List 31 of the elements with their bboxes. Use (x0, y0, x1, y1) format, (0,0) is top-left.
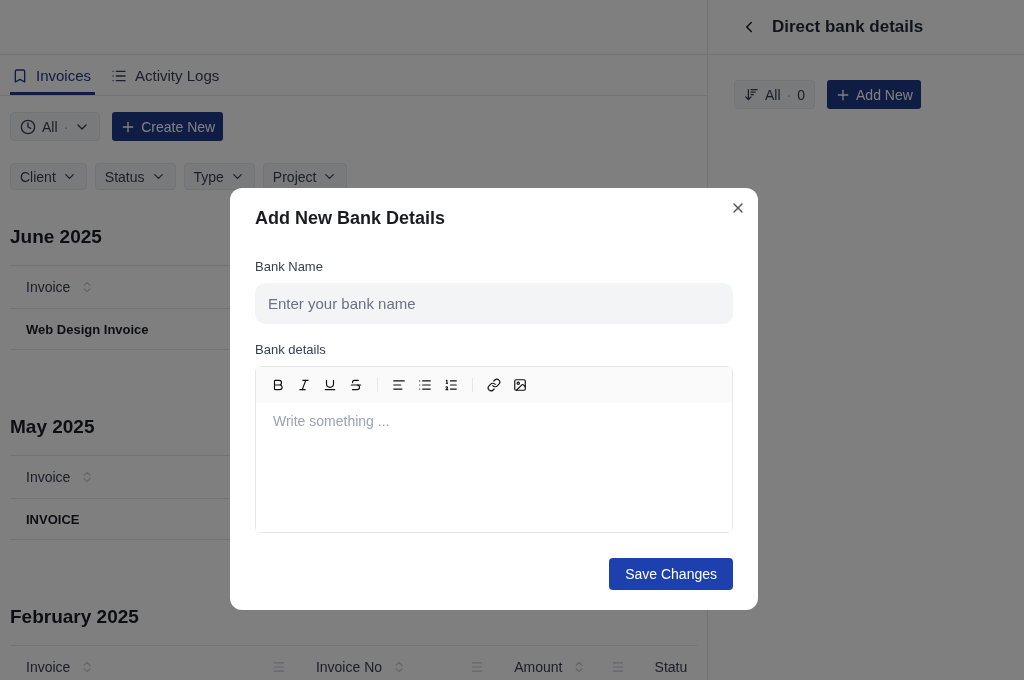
dialog-title: Add New Bank Details (255, 208, 447, 229)
sort-icon (744, 87, 759, 102)
column-header[interactable]: Statu (654, 659, 688, 675)
column-header[interactable]: Amount (514, 659, 563, 675)
tab[interactable]: Activity Logs (109, 67, 224, 95)
save-button[interactable]: Save Changes (609, 557, 733, 590)
column-header[interactable]: Invoice (26, 279, 71, 295)
filter-dropdown[interactable]: Project (262, 163, 348, 190)
filter-dropdown[interactable]: Type (183, 163, 255, 190)
sort-filter[interactable]: All · 0 (734, 80, 816, 109)
clock-icon (20, 118, 36, 135)
month-heading: February 2025 (10, 606, 139, 628)
field-label: Bank details (255, 341, 327, 357)
bookmark-icon (12, 67, 28, 84)
field-label: Bank Name (255, 259, 324, 274)
table-cell-text: Web Design Invoice (25, 321, 149, 337)
tab[interactable]: Invoices (10, 67, 96, 95)
table-cell-text: INVOICE (25, 511, 80, 527)
filter-dropdown[interactable]: Client (10, 163, 87, 190)
month-heading: June 2025 (10, 226, 102, 248)
column-header[interactable]: Invoice (26, 469, 71, 485)
column-header[interactable]: Invoice No (315, 659, 383, 675)
panel-title: Direct bank details (772, 17, 924, 37)
rich-text-editor[interactable]: Write something ... (255, 365, 733, 533)
add-new-button[interactable]: Add New (827, 80, 921, 109)
month-heading: May 2025 (10, 416, 95, 438)
column-header[interactable]: Invoice (26, 659, 71, 675)
bank-name-field[interactable]: Enter your bank name (255, 283, 733, 324)
create-new-button[interactable]: Create New (112, 112, 224, 141)
period-filter[interactable]: All · (10, 112, 101, 141)
filter-dropdown[interactable]: Status (94, 163, 176, 190)
